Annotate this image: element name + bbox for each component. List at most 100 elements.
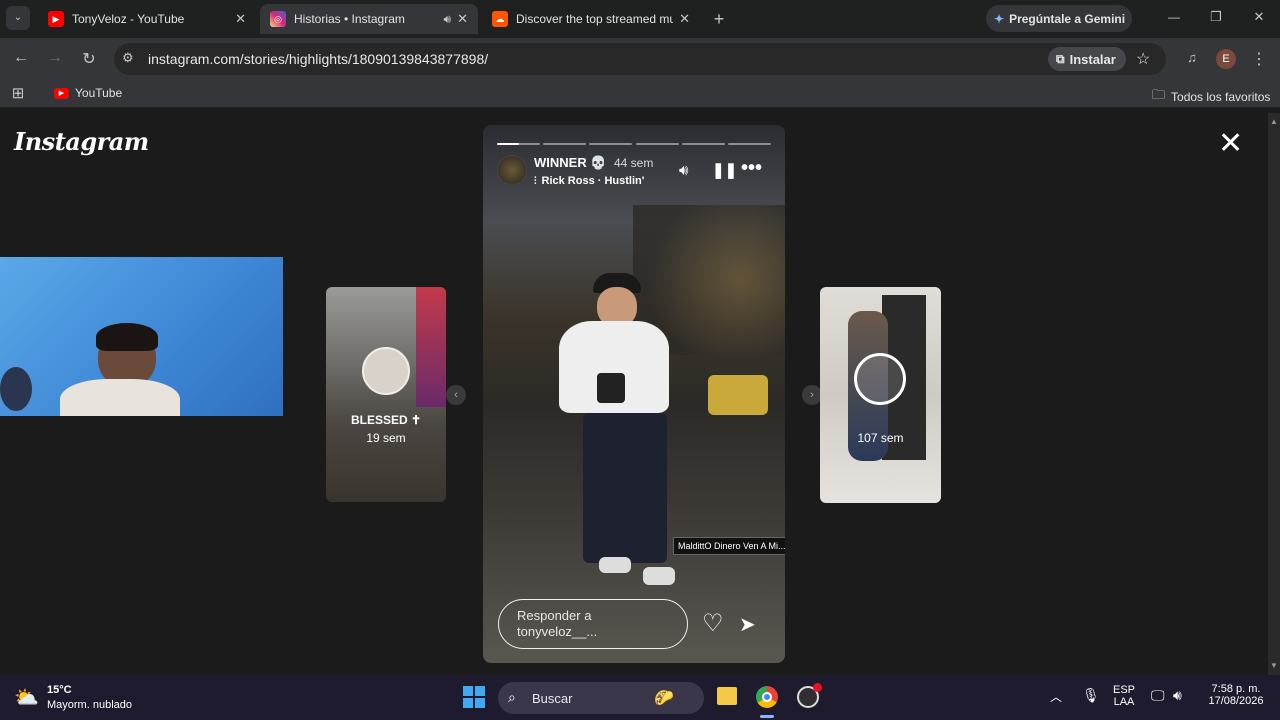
mute-icon[interactable]: 🔊︎	[679, 162, 688, 179]
story-progress-fill	[497, 143, 519, 145]
soundcloud-icon: ☁	[492, 11, 508, 27]
previous-story-time: 19 sem	[366, 431, 406, 445]
story-username[interactable]: WINNER 💀	[534, 155, 607, 171]
media-controls-icon[interactable]: ♫	[1181, 50, 1203, 65]
new-tab-button[interactable]: +	[708, 9, 730, 29]
previous-arrow-button[interactable]: ‹	[446, 385, 466, 405]
language-primary: ESP	[1112, 684, 1135, 696]
story-progress-segment	[727, 143, 771, 145]
story-text-sticker: MaldittO Dinero Ven A Mi...	[673, 537, 785, 555]
close-window-button[interactable]: ✕	[1247, 9, 1271, 25]
reload-button[interactable]: ↻	[78, 49, 100, 69]
weather-widget[interactable]: ⛅ 15°C Mayorm. nublado	[14, 683, 154, 713]
story-person	[553, 273, 683, 613]
clock[interactable]: 7:58 p. m. 17/08/2026	[1196, 683, 1276, 707]
start-button[interactable]	[463, 686, 485, 708]
network-icon[interactable]: 🖵	[1151, 687, 1165, 704]
bookmark-youtube[interactable]: ▶ YouTube	[54, 86, 122, 100]
install-icon: ⧉	[1056, 51, 1065, 66]
stop-sign	[0, 367, 32, 411]
install-button[interactable]: ⧉ Instalar	[1048, 47, 1126, 71]
clock-date: 17/08/2026	[1208, 695, 1264, 707]
page-scrollbar[interactable]: ▲ ▼	[1268, 113, 1280, 675]
previous-story-preview[interactable]: BLESSED ✝ 19 sem	[326, 287, 446, 502]
cloud-sun-icon: ⛅	[14, 687, 39, 709]
close-icon[interactable]: ✕	[457, 11, 468, 27]
weather-temp: 15°C	[47, 684, 72, 696]
next-story-time: 107 sem	[857, 431, 904, 445]
bookmark-label: YouTube	[75, 86, 123, 100]
gemini-icon: ✦	[994, 11, 1005, 26]
profile-avatar[interactable]: E	[1216, 49, 1236, 69]
browser-toolbar: ← → ↻ ⚙ instagram.com/stories/highlights…	[0, 38, 1280, 80]
volume-icon[interactable]: 🔊︎	[1173, 687, 1182, 704]
tab-title: Historias • Instagram	[294, 12, 405, 26]
windows-taskbar: ⛅ 15°C Mayorm. nublado ⌕ Buscar 🌮 ︿ 🎙︎ E…	[0, 675, 1280, 720]
next-story-preview[interactable]: 107 sem	[820, 287, 941, 503]
story-cover-icon	[854, 353, 906, 405]
speaker-icon[interactable]: 🔊︎	[444, 12, 452, 27]
close-icon[interactable]: ✕	[679, 11, 690, 27]
tray-chevron-icon[interactable]: ︿	[1050, 688, 1062, 705]
story-viewer[interactable]: WINNER 💀 44 sem ⫶ Rick Ross · Hustlin' 🔊…	[483, 125, 785, 663]
install-label: Instalar	[1069, 51, 1116, 67]
previous-story-title: BLESSED ✝	[350, 413, 422, 427]
all-favorites-folder[interactable]: 🗀 Todos los favoritos	[1152, 86, 1270, 108]
pause-icon[interactable]: ❚❚	[712, 161, 737, 179]
tab-instagram[interactable]: ◎ Historias • Instagram 🔊︎ ✕	[260, 4, 478, 34]
reply-input[interactable]: Responder a tonyveloz__...	[498, 599, 688, 649]
more-options-icon[interactable]: •••	[741, 157, 762, 180]
music-bars-icon: ⫶	[534, 175, 537, 187]
story-time: 44 sem	[614, 156, 654, 170]
profile-initial: E	[1222, 53, 1230, 65]
clock-time: 7:58 p. m.	[1211, 683, 1261, 695]
minimize-button[interactable]: —	[1162, 10, 1186, 24]
restore-button[interactable]: ❐	[1204, 9, 1228, 25]
bookmark-star-icon[interactable]: ☆	[1136, 49, 1150, 69]
chrome-icon[interactable]	[756, 686, 778, 708]
tab-search-icon[interactable]: ⌄	[6, 6, 30, 30]
apps-grid-icon[interactable]: ⊞	[8, 84, 28, 102]
search-label: Buscar	[532, 691, 573, 706]
file-explorer-icon[interactable]	[717, 687, 737, 705]
instagram-icon: ◎	[270, 11, 286, 27]
bookmarks-bar: ⊞ ▶ YouTube 🗀 Todos los favoritos	[0, 80, 1280, 108]
close-stories-button[interactable]: ✕	[1218, 129, 1243, 159]
close-icon[interactable]: ✕	[235, 11, 246, 27]
reply-placeholder: Responder a tonyveloz__...	[517, 608, 598, 639]
forward-button[interactable]: →	[44, 49, 66, 67]
story-cover-icon	[362, 347, 410, 395]
tab-strip: ⌄ ▶ TonyVeloz - YouTube ✕ ◎ Historias • …	[0, 0, 1280, 38]
story-music-row[interactable]: ⫶ Rick Ross · Hustlin'	[534, 175, 644, 187]
gemini-button[interactable]: ✦ Pregúntale a Gemini	[986, 5, 1132, 32]
url-text[interactable]: instagram.com/stories/highlights/1809013…	[148, 51, 488, 67]
all-favorites-label: Todos los favoritos	[1171, 90, 1271, 104]
instagram-logo[interactable]: Instagram	[14, 127, 149, 156]
menu-icon[interactable]: ⋮	[1250, 49, 1268, 69]
person-silhouette	[60, 323, 180, 416]
youtube-icon: ▶	[48, 11, 64, 27]
youtube-icon: ▶	[54, 87, 69, 99]
send-icon[interactable]: ➤	[739, 612, 756, 637]
search-icon: ⌕	[508, 689, 516, 705]
story-progress-segment	[543, 143, 587, 145]
weather-desc: Mayorm. nublado	[47, 699, 132, 711]
story-music-label: Rick Ross · Hustlin'	[541, 175, 645, 187]
address-bar[interactable]: ⚙ instagram.com/stories/highlights/18090…	[114, 43, 1166, 75]
microphone-icon[interactable]: 🎙︎	[1082, 687, 1100, 704]
tab-youtube[interactable]: ▶ TonyVeloz - YouTube ✕	[38, 4, 256, 34]
language-indicator[interactable]: ESP LAA	[1108, 684, 1140, 708]
language-secondary: LAA	[1113, 696, 1135, 708]
tab-title: TonyVeloz - YouTube	[72, 12, 185, 26]
story-avatar[interactable]	[497, 155, 527, 185]
webcam-overlay	[0, 257, 283, 416]
tab-soundcloud[interactable]: ☁ Discover the top streamed mus ✕	[482, 4, 700, 34]
search-highlight-icon: 🌮	[654, 690, 674, 707]
story-progress-segment	[681, 143, 725, 145]
taskbar-search[interactable]: ⌕ Buscar 🌮	[498, 682, 704, 714]
like-heart-icon[interactable]: ♡	[702, 609, 724, 638]
story-progress-segment	[589, 143, 633, 145]
site-info-icon[interactable]: ⚙	[122, 50, 134, 66]
back-button[interactable]: ←	[10, 49, 32, 67]
next-arrow-button[interactable]: ›	[802, 385, 822, 405]
